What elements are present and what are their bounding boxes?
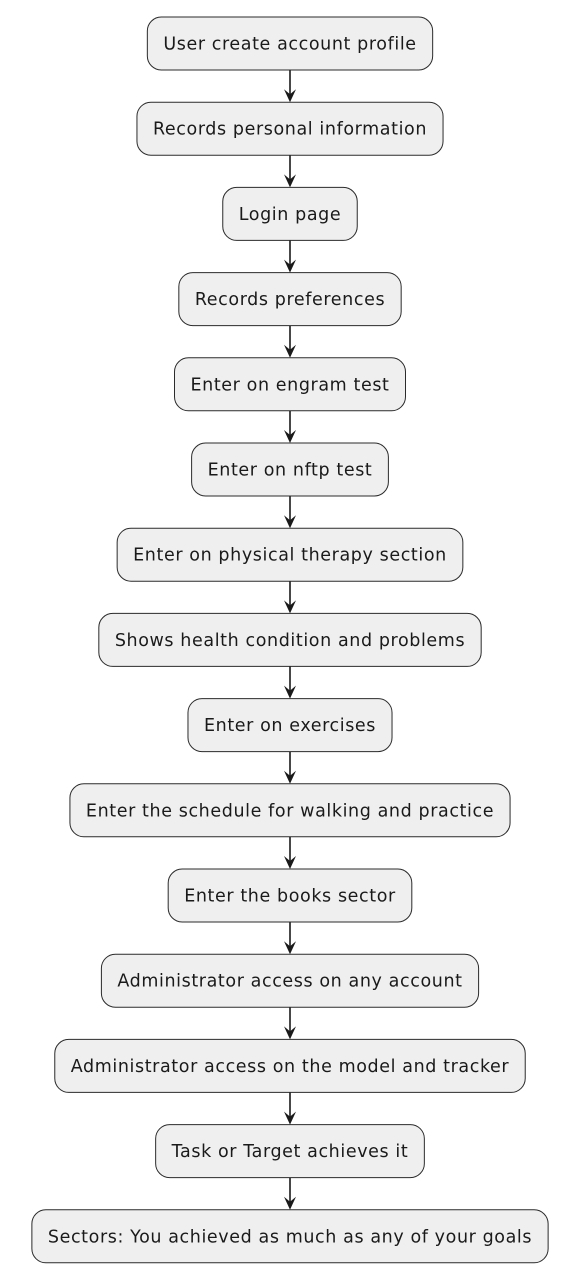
- flow-arrow: [284, 496, 296, 529]
- flow-arrow: [284, 1092, 296, 1125]
- flow-step-label: Shows health condition and problems: [115, 631, 465, 651]
- flowchart-diagram: User create account profile Records perso…: [31, 16, 549, 1264]
- flow-step-label: Enter on physical therapy section: [133, 546, 447, 566]
- flow-step-label: Enter on engram test: [191, 375, 390, 395]
- flow-step: Records personal information: [136, 101, 444, 156]
- flow-step-label: Task or Target achieves it: [171, 1142, 409, 1162]
- flow-step: Enter the books sector: [167, 868, 413, 923]
- flow-step-label: Records preferences: [195, 290, 385, 310]
- flow-step-label: Enter on nftp test: [208, 461, 373, 481]
- flow-step: Enter the schedule for walking and pract…: [69, 783, 511, 838]
- flow-step: Enter on exercises: [187, 698, 393, 753]
- flow-arrow: [284, 1007, 296, 1040]
- flow-step: Records preferences: [178, 272, 402, 327]
- flow-step-label: Enter on exercises: [204, 716, 376, 736]
- flow-arrow: [284, 325, 296, 358]
- flow-step-label: User create account profile: [163, 35, 416, 55]
- flow-step: Task or Target achieves it: [155, 1124, 425, 1179]
- flow-step: Login page: [222, 186, 358, 241]
- flow-arrow: [284, 666, 296, 699]
- flow-arrow: [284, 581, 296, 614]
- flowchart-steps: User create account profile Records perso…: [31, 16, 549, 1264]
- flow-step: Enter on nftp test: [191, 442, 389, 497]
- flow-arrow: [284, 751, 296, 784]
- flow-step: Enter on physical therapy section: [116, 527, 464, 582]
- flow-arrow: [284, 240, 296, 273]
- flow-step-label: Administrator access on the model and tr…: [71, 1057, 510, 1077]
- flow-step: Enter on engram test: [174, 357, 406, 412]
- flow-step: Administrator access on any account: [100, 953, 480, 1008]
- flow-arrow: [284, 70, 296, 103]
- flow-arrow: [284, 1177, 296, 1210]
- flow-step: Administrator access on the model and tr…: [54, 1038, 526, 1093]
- flow-step-label: Records personal information: [153, 120, 427, 140]
- flow-arrow: [284, 836, 296, 869]
- flow-arrow: [284, 155, 296, 188]
- flow-step-label: Administrator access on any account: [117, 972, 462, 992]
- flow-step-label: Enter the schedule for walking and pract…: [86, 801, 494, 821]
- flow-step: Sectors: You achieved as much as any of …: [31, 1209, 549, 1264]
- flow-step-label: Login page: [239, 205, 341, 225]
- flow-step-label: Sectors: You achieved as much as any of …: [48, 1227, 532, 1247]
- flow-arrow: [284, 922, 296, 955]
- flow-step: Shows health condition and problems: [98, 612, 482, 667]
- flow-step: User create account profile: [146, 16, 434, 71]
- flow-step-label: Enter the books sector: [184, 887, 396, 907]
- flow-arrow: [284, 410, 296, 443]
